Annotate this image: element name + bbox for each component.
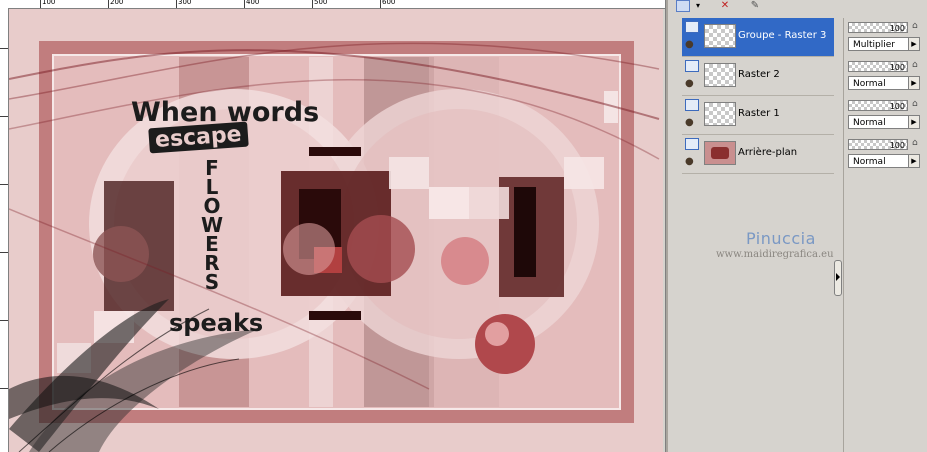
horizontal-ruler: 100 200 300 400 500 600 — [0, 0, 665, 9]
dropdown-arrow-icon[interactable]: ▶ — [908, 155, 919, 167]
layer-row-groupe-raster-3[interactable]: ● Groupe - Raster 3 — [682, 18, 834, 57]
blend-mode-value: Normal — [853, 157, 886, 167]
eye-icon[interactable]: ● — [685, 79, 694, 89]
ruler-label: 200 — [110, 0, 124, 6]
dropdown-arrow-icon[interactable]: ▶ — [908, 77, 919, 89]
opacity-slider[interactable]: 100 — [848, 22, 908, 33]
blend-mode-select[interactable]: Normal ▶ — [848, 154, 920, 168]
ruler-label: 400 — [246, 0, 260, 6]
blend-mode-value: Normal — [853, 79, 886, 89]
artwork-title-line3: speaks — [169, 309, 264, 337]
opacity-slider[interactable]: 100 — [848, 100, 908, 111]
lock-icon[interactable]: ⌂ — [912, 138, 918, 148]
eye-icon[interactable]: ● — [685, 40, 694, 50]
layer-row-raster-2[interactable]: ● Raster 2 — [682, 57, 834, 96]
layer-name: Groupe - Raster 3 — [738, 30, 827, 41]
layer-thumbnail — [704, 141, 736, 165]
opacity-slider[interactable]: 100 — [848, 61, 908, 72]
ruler-label: 500 — [314, 0, 328, 6]
layer-visibility-icon[interactable] — [685, 21, 699, 33]
opacity-slider[interactable]: 100 — [848, 139, 908, 150]
dropdown-arrow-icon[interactable]: ▶ — [908, 38, 919, 50]
layer-thumbnail — [704, 63, 736, 87]
layer-thumbnail — [704, 24, 736, 48]
layer-properties-column: 100 ⌂ Multiplier ▶ 100 ⌂ Normal ▶ 100 ⌂ No… — [843, 18, 927, 452]
layers-toolbar: ▾ ✕ ✎ — [674, 0, 834, 14]
watermark-url: www.maidiregrafica.eu — [716, 249, 834, 260]
watermark-name: Pinuccia — [746, 229, 816, 248]
layer-props-row: 100 ⌂ Normal ▶ — [846, 137, 927, 175]
layer-name: Raster 1 — [738, 108, 780, 119]
layer-name: Raster 2 — [738, 69, 780, 80]
layer-visibility-icon[interactable] — [685, 60, 699, 72]
lock-icon[interactable]: ⌂ — [912, 60, 918, 70]
vertical-ruler — [0, 8, 9, 452]
blend-mode-value: Multiplier — [853, 40, 895, 50]
image-canvas[interactable]: When words escape FLOWERS speaks — [9, 9, 663, 452]
dropdown-arrow-icon[interactable]: ▾ — [691, 0, 705, 12]
layer-visibility-icon[interactable] — [685, 138, 699, 150]
layer-props-row: 100 ⌂ Normal ▶ — [846, 98, 927, 136]
layer-name: Arrière-plan — [738, 147, 798, 158]
layers-palette: ▾ ✕ ✎ ● Groupe - Raster 3 ● Raster 2 ● R… — [668, 0, 840, 452]
layer-properties-icon[interactable]: ✎ — [748, 0, 762, 12]
layer-row-arriere-plan[interactable]: ● Arrière-plan — [682, 135, 834, 174]
layer-row-raster-1[interactable]: ● Raster 1 — [682, 96, 834, 135]
layer-visibility-icon[interactable] — [685, 99, 699, 111]
artwork-vertical-word: FLOWERS — [200, 156, 224, 294]
blend-mode-select[interactable]: Multiplier ▶ — [848, 37, 920, 51]
layer-props-row: 100 ⌂ Normal ▶ — [846, 59, 927, 97]
artwork-graphics — [9, 9, 663, 452]
lock-icon[interactable]: ⌂ — [912, 99, 918, 109]
layer-thumbnail — [704, 102, 736, 126]
eye-icon[interactable]: ● — [685, 157, 694, 167]
dropdown-arrow-icon[interactable]: ▶ — [908, 116, 919, 128]
ruler-label: 100 — [42, 0, 56, 6]
palette-collapse-handle[interactable] — [834, 260, 842, 296]
blend-mode-select[interactable]: Normal ▶ — [848, 115, 920, 129]
blend-mode-value: Normal — [853, 118, 886, 128]
ruler-label: 300 — [178, 0, 192, 6]
blend-mode-select[interactable]: Normal ▶ — [848, 76, 920, 90]
layer-props-row: 100 ⌂ Multiplier ▶ — [846, 20, 927, 58]
delete-layer-icon[interactable]: ✕ — [718, 0, 732, 12]
lock-icon[interactable]: ⌂ — [912, 21, 918, 31]
new-layer-icon[interactable] — [676, 0, 690, 12]
ruler-label: 600 — [382, 0, 396, 6]
eye-icon[interactable]: ● — [685, 118, 694, 128]
